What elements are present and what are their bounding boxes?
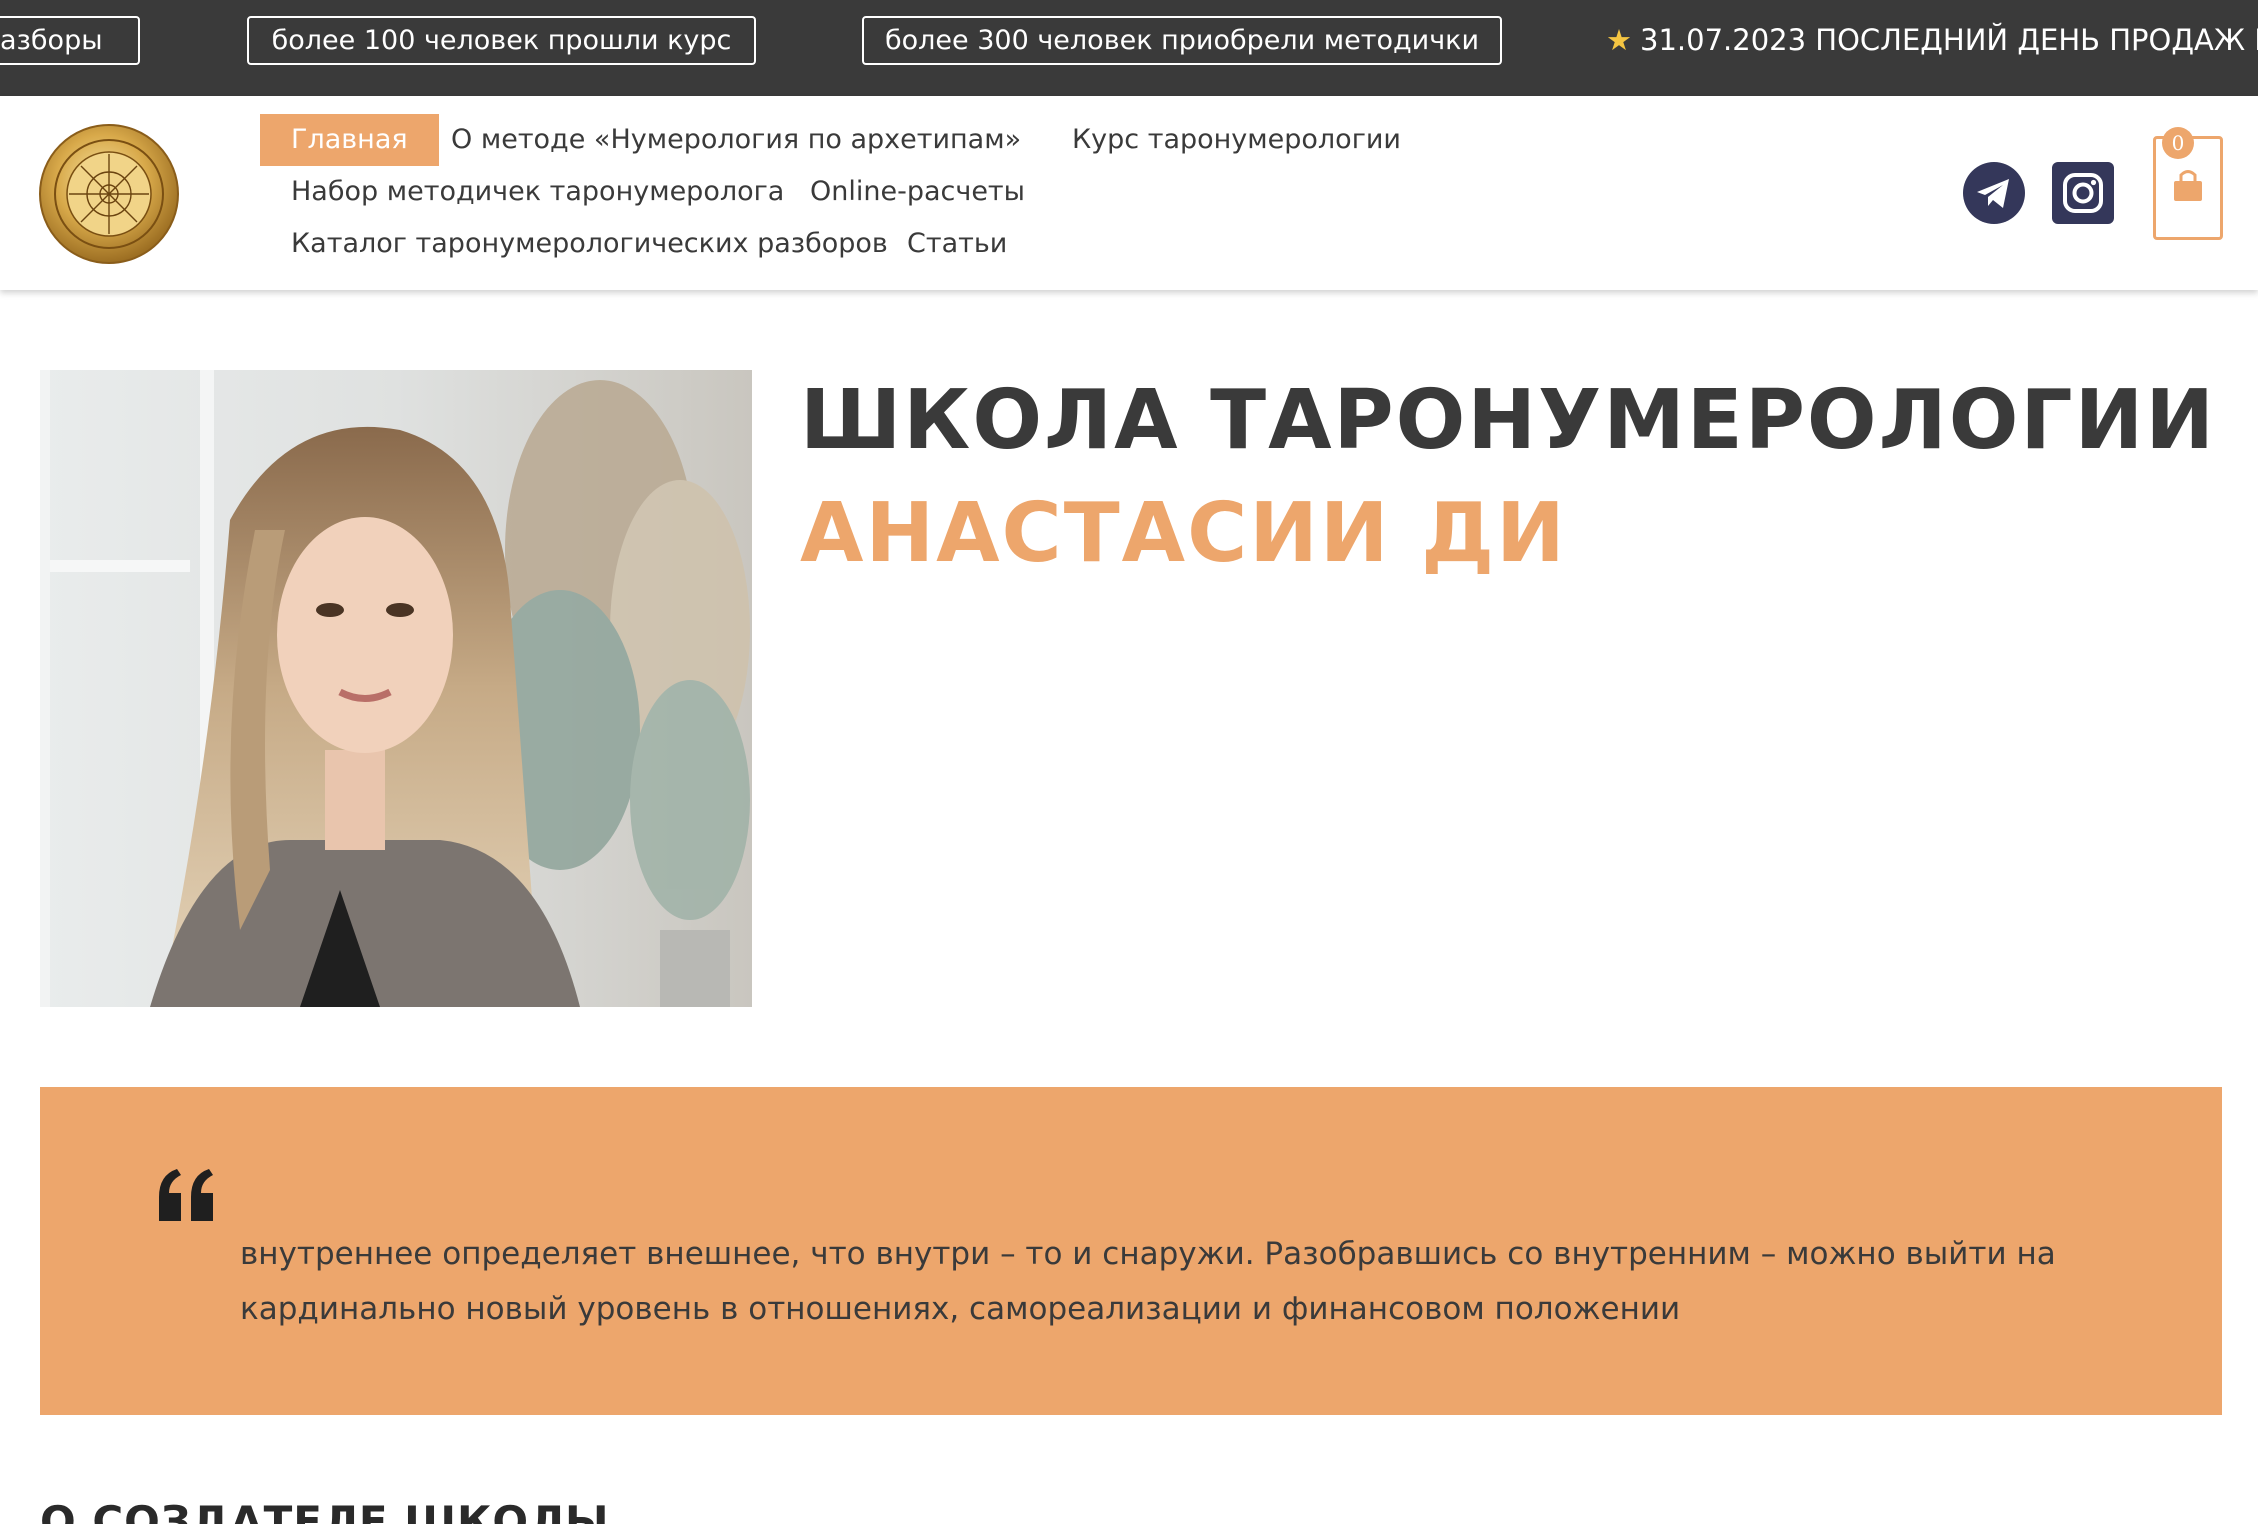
nav-row: Главная О методе «Нумерология по архетип…: [260, 114, 1410, 166]
announcement-ticker: азборы более 100 человек прошли курс бол…: [0, 0, 2258, 96]
cart-count-badge: 0: [2162, 127, 2194, 159]
quote-block: внутреннее определяет внешнее, что внутр…: [40, 1087, 2222, 1415]
ticker-item[interactable]: азборы: [0, 16, 140, 65]
ticker-item[interactable]: более 100 человек прошли курс: [247, 16, 756, 65]
star-icon: ★: [1606, 23, 1632, 57]
ticker-item[interactable]: более 300 человек приобрели методички: [862, 16, 1502, 65]
main-navigation: Главная О методе «Нумерология по архетип…: [260, 114, 1410, 270]
hero-title: ШКОЛА ТАРОНУМЕРОЛОГИИ: [800, 373, 2216, 468]
hero-subtitle: АНАСТАСИИ ДИ: [800, 486, 1567, 581]
nav-item-catalog[interactable]: Каталог таронумерологических разборов: [260, 218, 919, 270]
ticker-promo: ★ 31.07.2023 ПОСЛЕДНИЙ ДЕНЬ ПРОДАЖ МЕ: [1606, 16, 2258, 65]
site-header: Главная О методе «Нумерология по архетип…: [0, 96, 2258, 290]
nav-row: Набор методичек таронумеролога Online-ра…: [260, 166, 1410, 218]
ticker-promo-text: 31.07.2023 ПОСЛЕДНИЙ ДЕНЬ ПРОДАЖ МЕ: [1640, 23, 2258, 57]
telegram-icon[interactable]: [1963, 162, 2025, 224]
instagram-icon[interactable]: [2052, 162, 2114, 224]
nav-item-course[interactable]: Курс таронумерологии: [1041, 114, 1432, 166]
nav-row: Каталог таронумерологических разборов Ст…: [260, 218, 1410, 270]
nav-item-method[interactable]: О методе «Нумерология по архетипам»: [420, 114, 1052, 166]
nav-item-manuals[interactable]: Набор методичек таронумеролога: [260, 166, 815, 218]
school-logo[interactable]: [38, 123, 180, 265]
nav-item-home[interactable]: Главная: [260, 114, 439, 166]
quote-text: внутреннее определяет внешнее, что внутр…: [240, 1236, 2056, 1327]
nav-item-articles[interactable]: Статьи: [876, 218, 1038, 270]
founder-photo: [40, 370, 752, 1007]
about-founder-heading: О СОЗДАТЕЛЕ ШКОЛЫ: [40, 1497, 610, 1524]
nav-item-online[interactable]: Online-расчеты: [779, 166, 1056, 218]
quote-icon: [157, 1167, 217, 1223]
